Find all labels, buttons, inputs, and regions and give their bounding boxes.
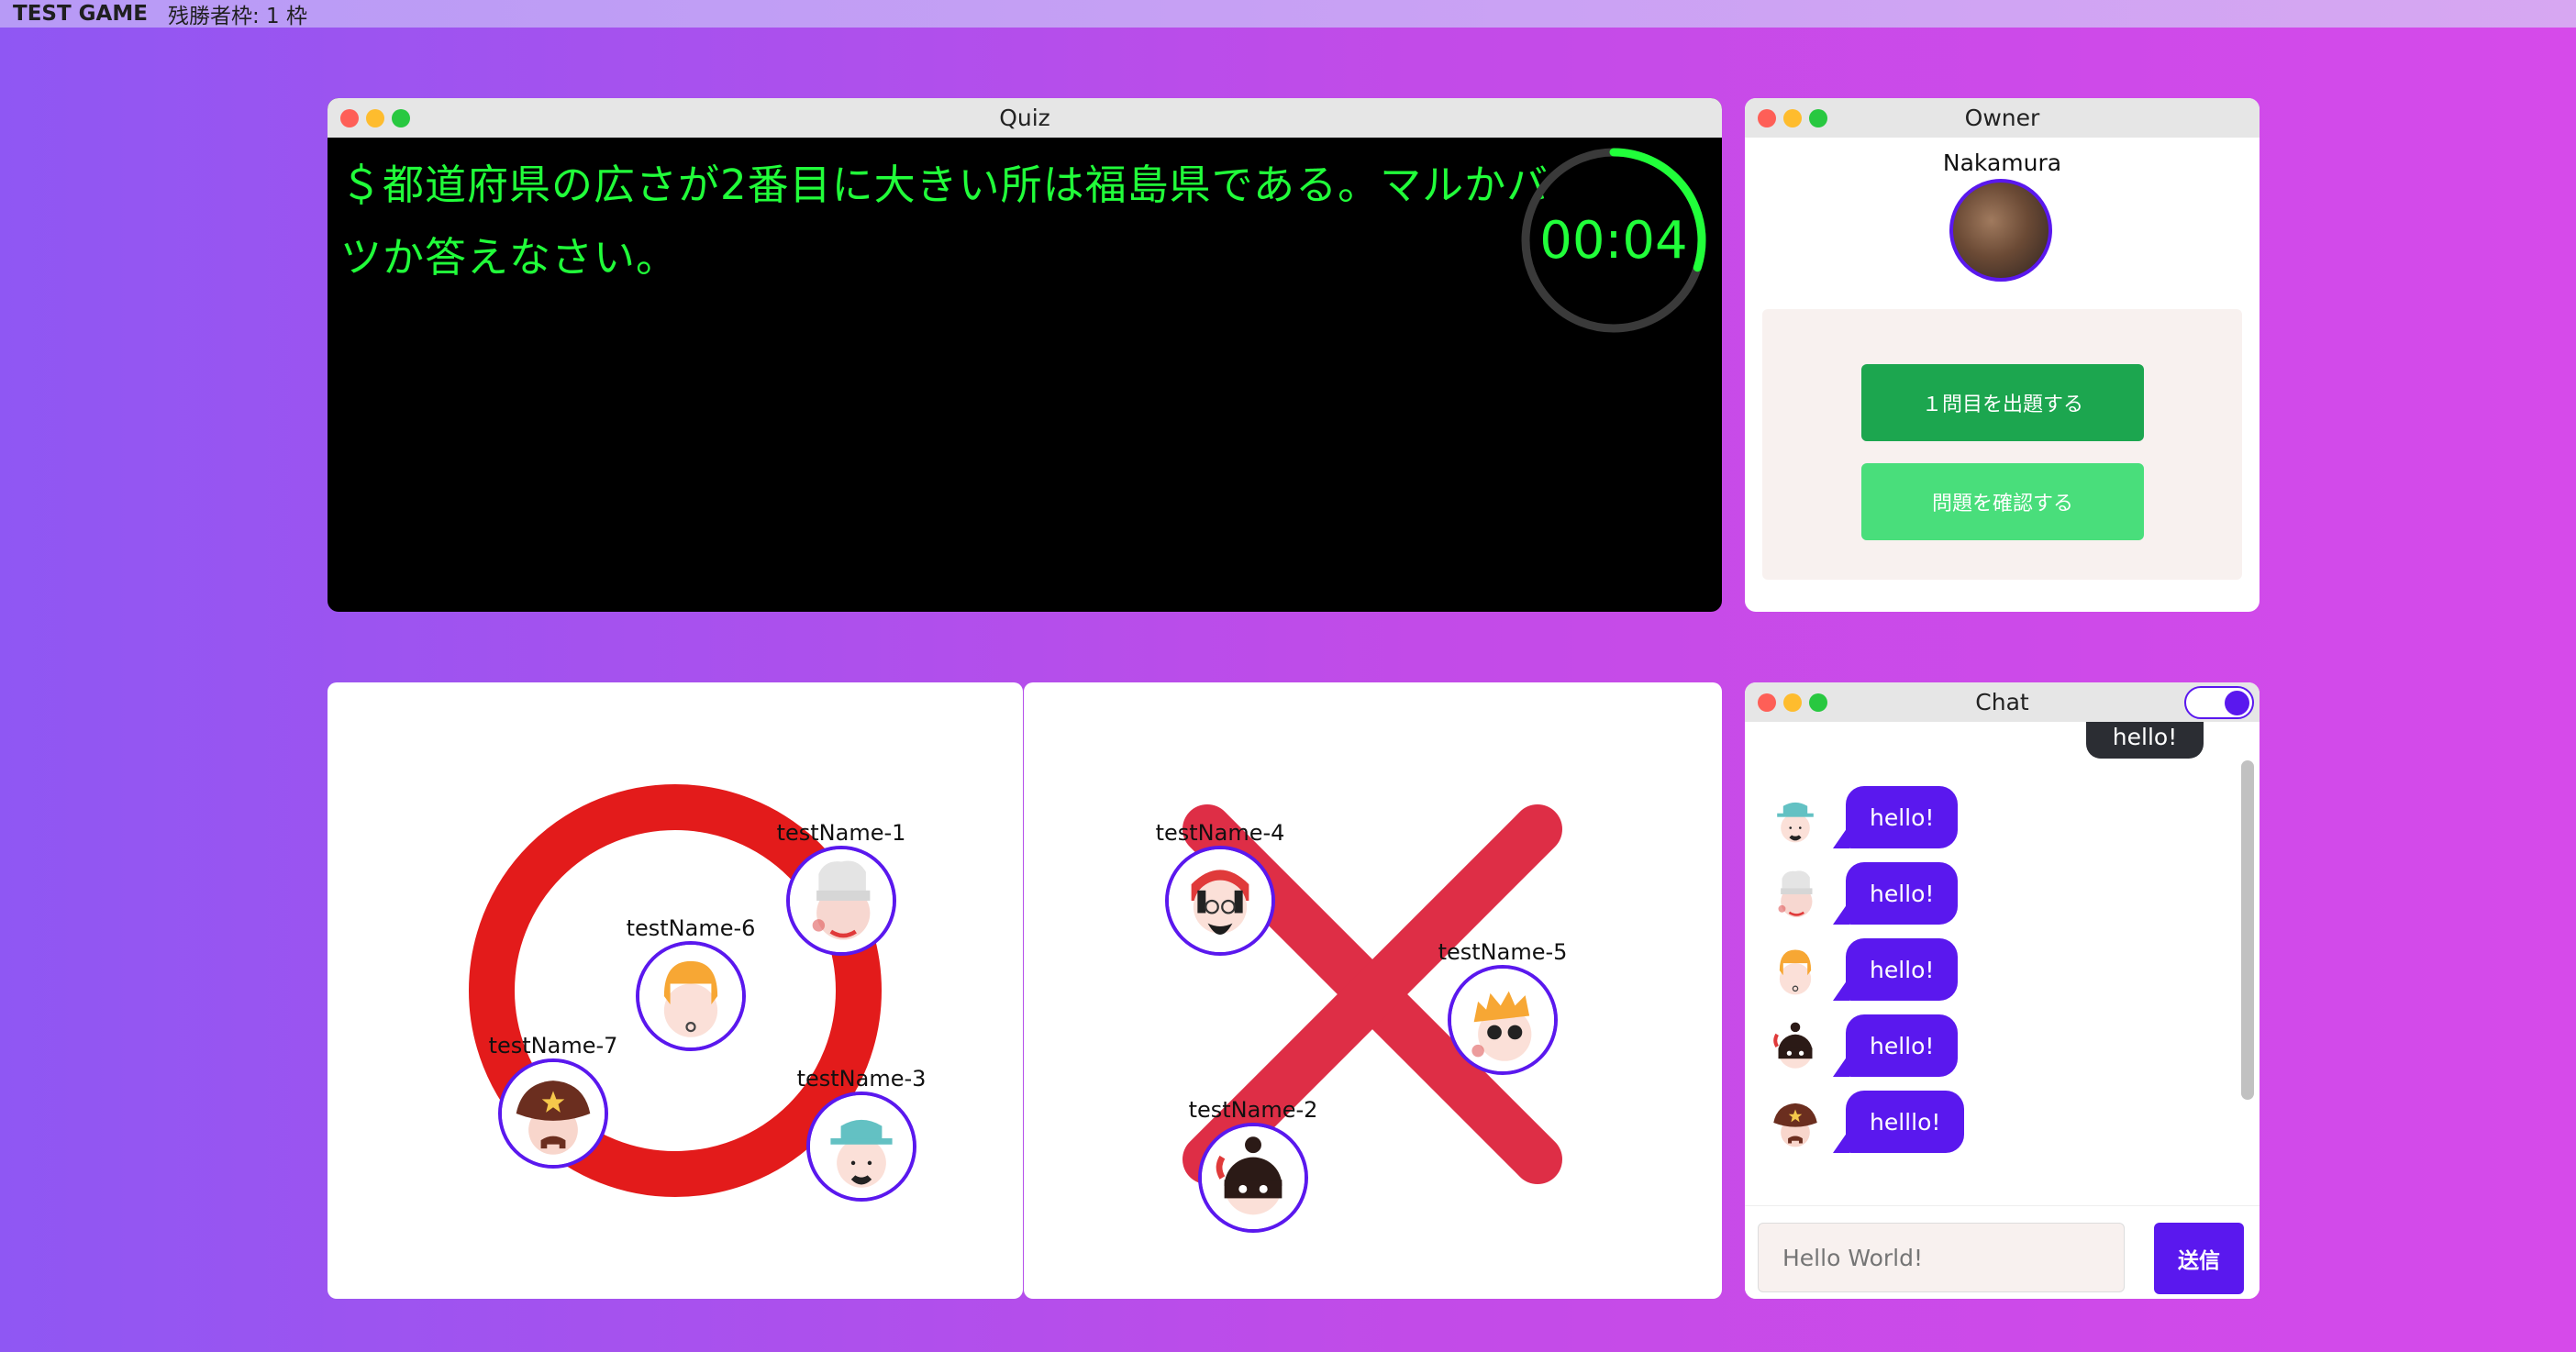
chef-avatar-icon (1765, 864, 1826, 925)
check-question-button[interactable]: 問題を確認する (1861, 463, 2144, 540)
app-title: TEST GAME (13, 2, 148, 26)
chat-message: hello! (1765, 786, 2040, 850)
ninja-avatar-icon (1198, 1123, 1308, 1233)
owner-titlebar: Owner (1745, 98, 2260, 138)
owner-name: Nakamura (1942, 150, 2062, 176)
maximize-dot-icon[interactable] (1809, 108, 1827, 127)
cap-avatar-icon (806, 1092, 916, 1202)
maximize-dot-icon[interactable] (392, 108, 410, 127)
close-dot-icon[interactable] (1758, 693, 1776, 712)
countdown-timer: 00:04 (1520, 147, 1707, 334)
timer-value: 00:04 (1539, 210, 1688, 271)
cap-avatar-icon (1765, 788, 1826, 848)
player-name: testName-4 (1155, 820, 1285, 846)
minimize-dot-icon[interactable] (1783, 108, 1802, 127)
chat-message-list[interactable]: hello! hello! hello! hello! hello! helll… (1745, 722, 2260, 1205)
winner-slots-status: 残勝者枠: 1 枠 (167, 5, 307, 28)
minimize-dot-icon[interactable] (1783, 693, 1802, 712)
player-name: testName-1 (776, 820, 906, 846)
player-name: testName-6 (626, 915, 756, 941)
player-name: testName-5 (1438, 939, 1568, 965)
chef-avatar-icon (786, 846, 896, 956)
maru-answer-board[interactable]: testName-1 testName-6 testName-7 testNam… (328, 682, 1023, 1299)
ninja-avatar-icon (1765, 1016, 1826, 1077)
send-button[interactable]: 送信 (2154, 1223, 2244, 1294)
message-bubble: hello! (1846, 1014, 1959, 1077)
window-title: Quiz (999, 105, 1050, 131)
top-bar: TEST GAME 残勝者枠: 1 枠 (0, 0, 2576, 28)
window-title: Chat (1975, 689, 2029, 715)
window-controls (340, 108, 410, 127)
sheriff-avatar-icon (498, 1058, 608, 1169)
minimize-dot-icon[interactable] (366, 108, 384, 127)
toggle-knob (2225, 691, 2249, 715)
quiz-question: ＄都道府県の広さが2番目に大きい所は福島県である。マルかバツか答えなさい。 (340, 161, 1549, 282)
quiz-titlebar: Quiz (328, 98, 1722, 138)
chat-message: hello! (1765, 938, 2040, 1003)
chat-scrollbar[interactable] (2241, 760, 2254, 1100)
player-name: testName-2 (1188, 1097, 1318, 1123)
bearded-avatar-icon (1165, 846, 1275, 956)
window-controls (1758, 108, 1827, 127)
sheriff-avatar-icon (1765, 1092, 1826, 1153)
blonde-avatar-icon (1765, 940, 1826, 1001)
blonde-avatar-icon (636, 941, 746, 1051)
message-bubble: hello! (1846, 938, 1959, 1001)
owner-control-panel: １問目を出題する 問題を確認する (1762, 309, 2242, 580)
owner-window: Owner Nakamura １問目を出題する 問題を確認する (1745, 98, 2260, 612)
close-dot-icon[interactable] (340, 108, 359, 127)
chat-message: helllo! (1765, 1091, 2040, 1155)
chat-message: hello! (1765, 1014, 2040, 1079)
batsu-answer-board[interactable]: testName-4 testName-5 testName-2 (1024, 682, 1722, 1299)
chat-message-input[interactable] (1758, 1223, 2125, 1292)
close-dot-icon[interactable] (1758, 108, 1776, 127)
chat-titlebar: Chat (1745, 682, 2260, 722)
chat-toggle[interactable] (2184, 686, 2254, 719)
message-bubble: hello! (1846, 786, 1959, 848)
spiky-hair-avatar-icon (1448, 965, 1558, 1075)
window-title: Owner (1964, 105, 2040, 131)
window-controls (1758, 693, 1827, 712)
message-bubble: hello! (1846, 862, 1959, 925)
cross-symbol-icon (1183, 804, 1562, 1184)
owner-avatar (1949, 179, 2052, 282)
maximize-dot-icon[interactable] (1809, 693, 1827, 712)
issue-question-button[interactable]: １問目を出題する (1861, 364, 2144, 441)
message-bubble: helllo! (1846, 1091, 1965, 1153)
quiz-body: ＄都道府県の広さが2番目に大きい所は福島県である。マルかバツか答えなさい。 00… (328, 138, 1722, 612)
own-message-bubble: hello! (2086, 722, 2204, 759)
chat-message: hello! (1765, 862, 2040, 926)
chat-window: Chat hello! hello! hello! hello! hello! (1745, 682, 2260, 1299)
quiz-window: Quiz ＄都道府県の広さが2番目に大きい所は福島県である。マルかバツか答えなさ… (328, 98, 1722, 612)
player-name: testName-7 (488, 1033, 618, 1058)
chat-compose-bar: 送信 (1745, 1205, 2260, 1299)
player-name: testName-3 (796, 1066, 927, 1092)
